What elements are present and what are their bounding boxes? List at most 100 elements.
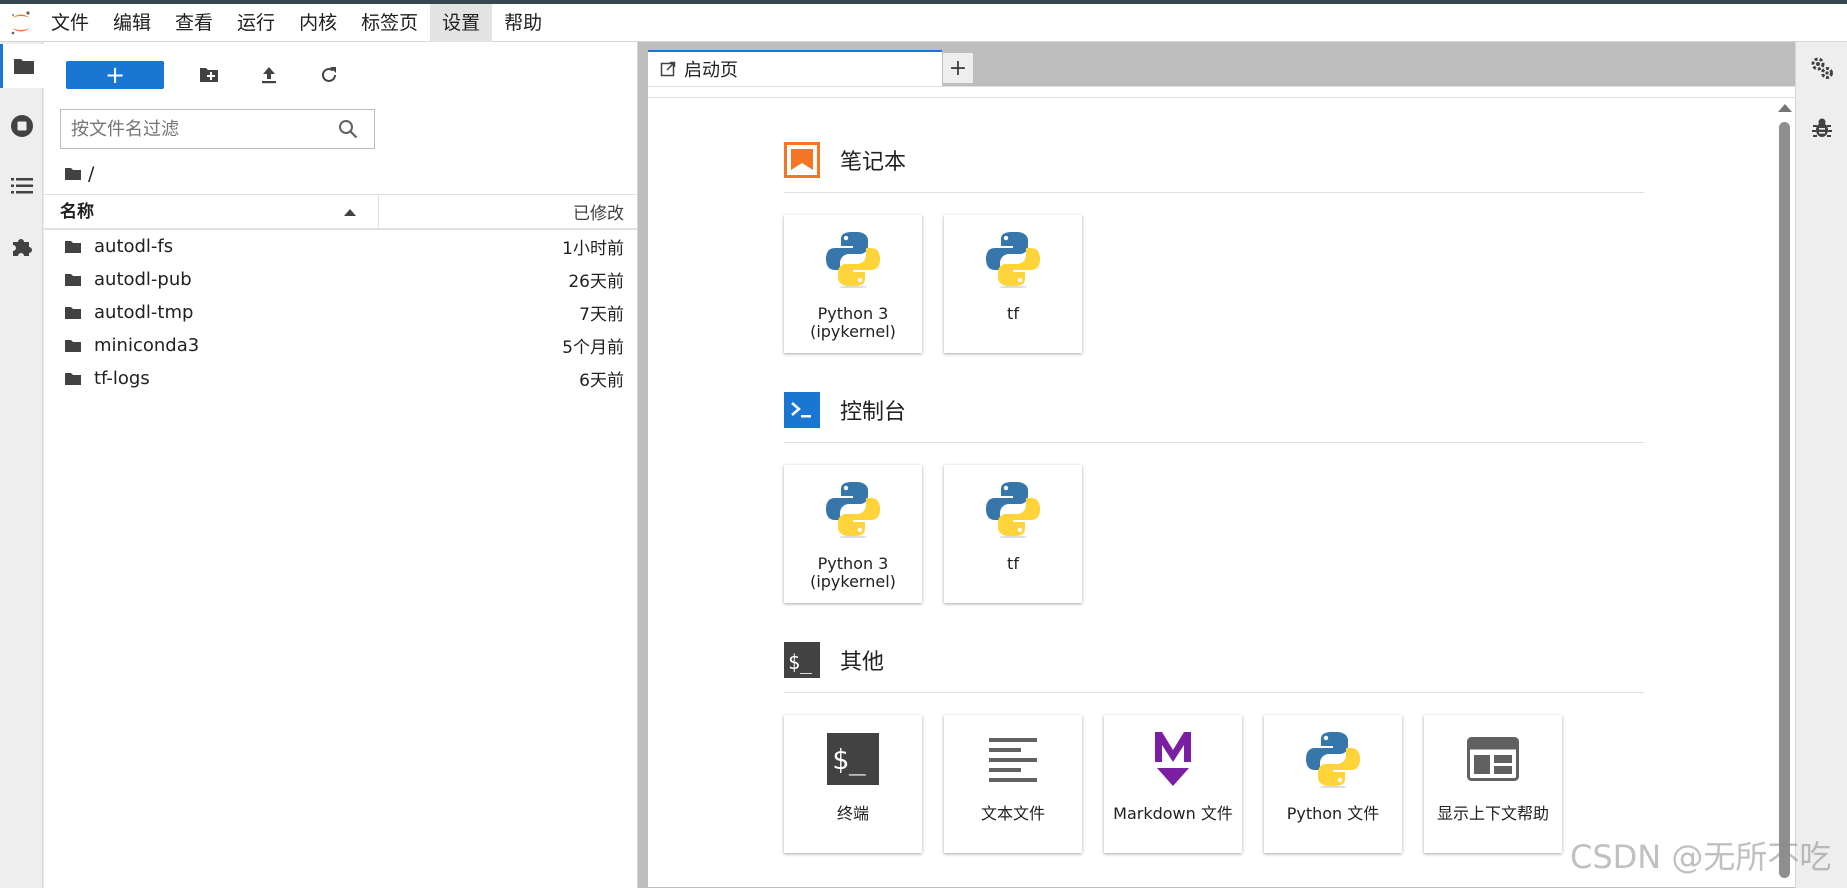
file-modified: 6天前 [579,371,624,391]
gears-icon [1811,57,1833,79]
menu-item-2[interactable]: 查看 [163,4,225,42]
menu-item-6[interactable]: 设置 [430,3,493,42]
other-card[interactable]: 文本文件 [944,715,1082,853]
file-browser-panel: + / 名称 已修改 autodl-fs1小时前autodl-pub26天前au… [44,42,638,888]
card-label: tf [1007,554,1019,573]
breadcrumb-root[interactable]: / [88,163,94,185]
list-icon [10,178,33,194]
debugger-tab[interactable] [1796,106,1847,150]
markdown-icon [1104,727,1242,791]
file-browser-tab[interactable] [0,44,44,88]
menu-item-3[interactable]: 运行 [225,4,287,42]
other-section-icon: $_ [784,642,820,678]
python-icon [784,227,922,291]
notebook-section-title: 笔记本 [840,150,907,175]
other-card[interactable]: Python 文件 [1264,715,1402,853]
running-sessions-tab[interactable] [0,104,43,148]
new-folder-button[interactable] [194,60,224,90]
new-launcher-button[interactable]: + [66,61,164,89]
folder-icon [64,339,86,353]
notebook-section: 笔记本 Python 3 (ipykernel) tf [784,140,1644,353]
text-file-icon [944,727,1082,791]
refresh-button[interactable] [314,60,344,90]
console-section: 控制台 Python 3 (ipykernel) tf [784,390,1644,603]
menu-item-4[interactable]: 内核 [287,4,349,42]
extension-manager-tab[interactable] [0,224,43,268]
context-help-icon [1424,727,1562,791]
scroll-thumb[interactable] [1779,122,1790,878]
file-row[interactable]: tf-logs 6天前 [44,362,638,395]
file-modified: 1小时前 [562,239,624,259]
file-row[interactable]: autodl-pub 26天前 [44,263,638,296]
name-column-header[interactable]: 名称 [44,193,379,230]
refresh-icon [322,67,336,82]
folder-icon [64,372,86,386]
bug-icon [1812,118,1832,137]
csdn-watermark: CSDN @无所不吃 [1570,838,1832,876]
folder-icon [13,59,34,74]
folder-icon [64,240,86,254]
file-modified: 26天前 [568,272,624,292]
card-label: tf [1007,304,1019,323]
other-card[interactable]: 显示上下文帮助 [1424,715,1562,853]
launcher-scrollbar[interactable] [1773,98,1795,887]
menu-bar: 文件 编辑 查看 运行 内核 标签页 设置 帮助 [0,3,1847,42]
property-inspector-tab[interactable] [1796,46,1847,90]
console-section-icon [784,392,820,428]
file-name: tf-logs [94,368,150,389]
menu-item-7[interactable]: 帮助 [492,4,554,42]
other-section: $_ 其他 $_ 终端 文本文件 Markdown 文件 Python 文件 显示上下文帮… [784,640,1644,853]
python-icon [944,227,1082,291]
card-label: Python 3 (ipykernel) [810,304,896,341]
menu-item-5[interactable]: 标签页 [349,4,430,42]
file-name: autodl-tmp [94,302,194,323]
notebook-section-icon [784,142,820,178]
main-dock-area: 启动页 + 笔记本 Python 3 (ipykernel) tf 控制台 Py… [642,42,1795,888]
right-activity-bar [1795,42,1847,888]
svg-text:$_: $_ [788,650,813,674]
console-card[interactable]: Python 3 (ipykernel) [784,465,922,603]
upload-icon [262,67,276,84]
python-icon [944,477,1082,541]
other-card[interactable]: $_ 终端 [784,715,922,853]
file-name: autodl-fs [94,236,174,257]
upload-button[interactable] [254,60,284,90]
new-folder-icon [200,68,218,82]
sort-ascending-icon [344,208,356,216]
file-row[interactable]: autodl-fs 1小时前 [44,230,638,263]
left-activity-bar [0,42,44,888]
table-of-contents-tab[interactable] [0,164,43,208]
home-folder-icon[interactable] [64,167,82,181]
launcher-body: 笔记本 Python 3 (ipykernel) tf 控制台 Python 3 … [648,97,1795,887]
jupyter-logo-icon[interactable] [3,4,39,42]
other-card[interactable]: Markdown 文件 [1104,715,1242,853]
modified-column-header[interactable]: 已修改 [379,199,638,224]
folder-icon [64,306,86,320]
add-tab-button[interactable]: + [942,52,974,84]
folder-icon [64,273,86,287]
svg-text:$_: $_ [832,743,866,777]
tab-launcher[interactable]: 启动页 [648,50,942,86]
file-browser-toolbar: + [66,58,344,92]
menu-item-1[interactable]: 编辑 [101,4,163,42]
python-icon [784,477,922,541]
file-modified: 5个月前 [562,338,624,358]
card-label: 显示上下文帮助 [1436,804,1549,823]
card-label: 终端 [836,804,869,823]
breadcrumb: / [64,160,94,188]
file-filter-input[interactable] [61,111,321,147]
launcher-panel: 笔记本 Python 3 (ipykernel) tf 控制台 Python 3 … [648,86,1795,887]
notebook-card[interactable]: Python 3 (ipykernel) [784,215,922,353]
stop-circle-icon [10,115,33,137]
other-section-title: 其他 [840,650,885,675]
console-card[interactable]: tf [944,465,1082,603]
file-row[interactable]: autodl-tmp 7天前 [44,296,638,329]
menu-item-0[interactable]: 文件 [39,4,101,42]
notebook-card[interactable]: tf [944,215,1082,353]
file-list: autodl-fs 1小时前 autodl-pub 26天前 autodl-tmp 7天前… [44,230,638,395]
name-column-label: 名称 [60,201,94,222]
scroll-up-icon[interactable] [1778,104,1792,112]
file-row[interactable]: miniconda3 5个月前 [44,329,638,362]
card-label: Python 3 (ipykernel) [810,554,896,591]
card-label: Python 文件 [1286,804,1380,823]
